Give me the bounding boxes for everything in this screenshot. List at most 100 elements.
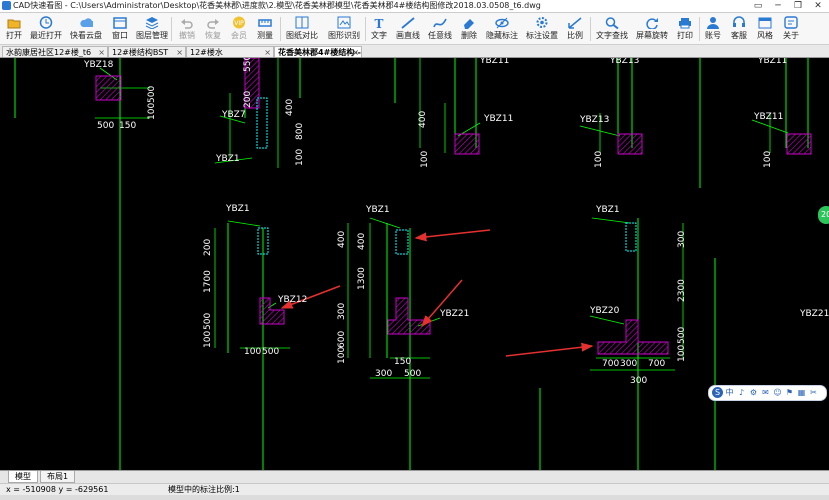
window-button[interactable]: 窗口 [108,14,132,43]
label-ybz11: YBZ11 [480,58,510,66]
dim-text: 150 [119,121,137,131]
redo-label: 恢复 [205,31,221,40]
recent-icon [39,16,53,29]
vip-label: 会员 [231,31,247,40]
text-find-button[interactable]: 文字查找 [594,14,630,43]
dim-text-vertical: 600 [337,330,347,348]
window-title: CAD快速看图 - C:\Users\Administrator\Desktop… [13,1,541,10]
dim-text: 500 [262,347,280,357]
drawing-compare-button[interactable]: 图纸对比 [284,14,320,43]
toolbar-separator [171,17,172,41]
undo-button[interactable]: 撤销 [176,14,198,43]
close-tab-icon[interactable]: × [264,47,271,57]
tab-file-2[interactable]: 12#楼结构BST × [108,46,186,57]
label-ybz21: YBZ21 [800,309,829,319]
main-toolbar: 打开 最近打开 快看云盘 窗口 图层管理 撤销 恢复 VIP 会员 测量 图纸对… [0,13,829,45]
floating-input-toolbar: S 中 ♪ ⚙ ✉ ☺ ⚑ ▦ ✂ [708,385,827,401]
about-button[interactable]: 关于 [780,14,802,43]
grid-icon[interactable]: ▦ [796,387,807,398]
label-ybz1: YBZ1 [226,204,250,214]
eraser-icon [462,16,476,29]
window-restore-button[interactable]: ▭ [748,0,768,12]
close-tab-icon[interactable]: × [98,47,105,57]
recent-open-button[interactable]: 最近打开 [28,14,64,43]
hide-icon [495,16,509,29]
layers-icon [145,16,159,29]
undo-label: 撤销 [179,31,195,40]
label-ybz18: YBZ18 [84,60,114,70]
vip-button[interactable]: VIP 会员 [228,14,250,43]
customer-service-button[interactable]: 客服 [728,14,750,43]
emoji-icon[interactable]: ☺ [772,387,783,398]
window-minimize-button[interactable]: ─ [768,0,788,12]
tab-label: 12#楼水 [190,48,223,57]
vip-icon: VIP [232,16,246,29]
cloud-drive-label: 快看云盘 [70,31,102,40]
scale-button[interactable]: 比例 [564,14,586,43]
style-button[interactable]: 风格 [754,14,776,43]
print-button[interactable]: 打印 [674,14,696,43]
logo-icon[interactable]: S [712,387,723,398]
dim-text-vertical: 100 [203,330,213,348]
settings-icon[interactable]: ⚙ [748,387,759,398]
folder-icon [7,16,21,29]
text-icon: T [372,16,386,29]
layer-manager-button[interactable]: 图层管理 [136,14,168,43]
free-line-button[interactable]: 任意线 [426,14,454,43]
label-ybz11: YBZ11 [754,112,784,122]
text-button[interactable]: T 文字 [368,14,390,43]
support-icon [732,16,746,29]
toolbar-separator [280,17,281,41]
sound-icon[interactable]: ♪ [736,387,747,398]
tab-model[interactable]: 模型 [8,471,38,483]
account-button[interactable]: 账号 [702,14,724,43]
hide-annotation-label: 隐藏标注 [486,31,518,40]
close-tab-icon[interactable]: × [352,47,359,57]
style-label: 风格 [757,31,773,40]
label-ybz7: YBZ7 [222,110,246,120]
delete-button[interactable]: 删除 [458,14,480,43]
find-icon [605,16,619,29]
dim-text-vertical: 400 [357,232,367,250]
window-bottom-edge [0,495,829,500]
drawing-compare-label: 图纸对比 [286,31,318,40]
dim-text-vertical: 400 [418,110,428,128]
draw-line-button[interactable]: 画直线 [394,14,422,43]
scissors-icon[interactable]: ✂ [808,387,819,398]
dim-text: 150 [394,357,412,367]
shape-recognize-button[interactable]: 图形识别 [326,14,362,43]
dim-text-vertical: 100 [295,148,305,166]
open-button[interactable]: 打开 [2,14,26,43]
cloud-drive-button[interactable]: 快看云盘 [68,14,104,43]
label-ybz11: YBZ11 [484,114,514,124]
svg-text:VIP: VIP [234,20,244,27]
label-ybz13: YBZ13 [610,58,640,66]
tab-file-4-active[interactable]: 花香美林郡4#楼结构-- × [274,46,362,57]
status-bar: x = -510908 y = -629561 模型中的标注比例:1 [0,483,829,495]
dim-text-vertical: 1700 [203,270,213,293]
mail-icon[interactable]: ✉ [760,387,771,398]
tab-file-1[interactable]: 水韵康居社区12#楼_t6 × [2,46,108,57]
tab-file-3[interactable]: 12#楼水 × [186,46,274,57]
flag-icon[interactable]: ⚑ [784,387,795,398]
redo-button[interactable]: 恢复 [202,14,224,43]
recognize-icon [337,16,351,29]
wall-lines [14,58,809,470]
window-maximize-button[interactable]: ❐ [788,0,808,12]
close-tab-icon[interactable]: × [176,47,183,57]
label-ybz11: YBZ11 [758,58,788,66]
annotation-settings-label: 标注设置 [526,31,558,40]
drawing-canvas[interactable]: YBZ18 YBZ7 YBZ1 YBZ1 YBZ1 YBZ11 YBZ11 YB… [0,58,829,470]
annotation-settings-button[interactable]: 标注设置 [524,14,560,43]
chinese-mode-icon[interactable]: 中 [724,387,735,398]
tab-label: 12#楼结构BST [112,48,169,57]
side-floating-button[interactable]: 20 [818,206,829,224]
measure-button[interactable]: 测量 [254,14,276,43]
shape-recognize-label: 图形识别 [328,31,360,40]
screen-rotate-button[interactable]: 屏幕旋转 [634,14,670,43]
window-close-button[interactable]: ✕ [808,0,828,12]
dim-text-vertical: 400 [285,98,295,116]
tab-layout1[interactable]: 布局1 [40,471,76,483]
dim-text: 500 [97,121,115,131]
hide-annotation-button[interactable]: 隐藏标注 [484,14,520,43]
